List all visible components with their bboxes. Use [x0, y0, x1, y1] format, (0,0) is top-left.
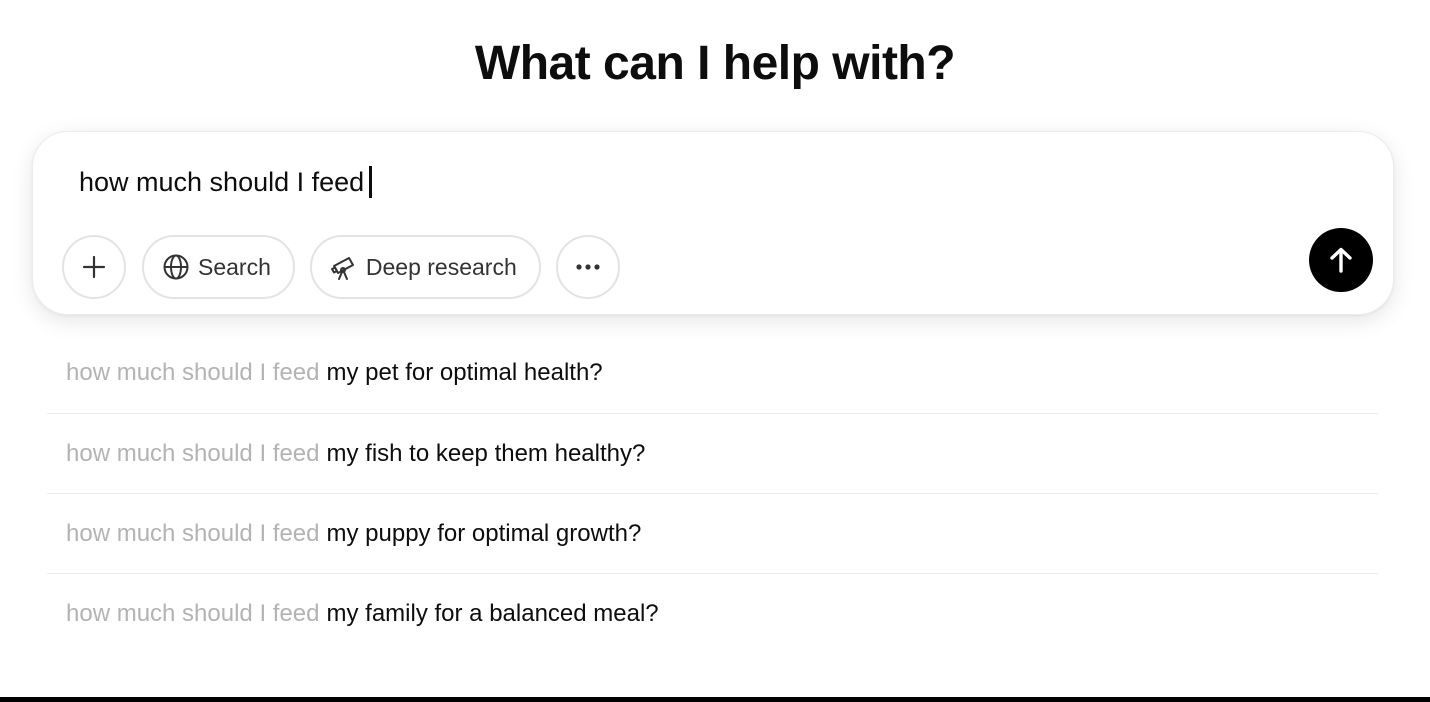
suggestion-prefix: how much should I feed — [66, 519, 320, 547]
search-button-label: Search — [198, 253, 271, 280]
suggestion-prefix: how much should I feed — [66, 359, 320, 386]
suggestion-item[interactable]: how much should I feed my pet for optima… — [47, 333, 1378, 413]
plus-icon — [81, 254, 107, 280]
suggestion-prefix: how much should I feed — [66, 439, 320, 467]
suggestion-item[interactable]: how much should I feed my puppy for opti… — [47, 493, 1378, 573]
search-button[interactable]: Search — [142, 235, 295, 299]
chat-home: What can I help with? how much should I … — [0, 0, 1430, 702]
prompt-input-value[interactable]: how much should I feed — [79, 164, 364, 200]
suggestion-item[interactable]: how much should I feed my family for a b… — [47, 573, 1378, 653]
composer-toolbar: Search Deep research — [62, 235, 620, 299]
deep-research-button[interactable]: Deep research — [309, 235, 541, 299]
page-title: What can I help with? — [474, 37, 956, 90]
suggestion-completion: my family for a balanced meal? — [326, 599, 659, 627]
arrow-up-icon — [1326, 245, 1356, 275]
more-dots-icon — [574, 263, 602, 271]
attach-button[interactable] — [62, 235, 126, 299]
bottom-edge-bar — [0, 697, 1430, 702]
suggestion-completion: my fish to keep them healthy? — [326, 439, 646, 467]
globe-icon — [162, 253, 190, 281]
prompt-composer: how much should I feed Search Deep resea… — [32, 131, 1394, 315]
prompt-input[interactable]: how much should I feed — [79, 164, 373, 200]
deep-research-button-label: Deep research — [365, 253, 517, 280]
telescope-icon — [330, 253, 358, 281]
autocomplete-suggestions: how much should I feed my pet for optima… — [47, 333, 1378, 653]
send-button[interactable] — [1309, 228, 1373, 292]
suggestion-prefix: how much should I feed — [66, 599, 320, 627]
suggestion-completion: my pet for optimal health? — [326, 359, 603, 386]
text-caret — [369, 166, 373, 198]
suggestion-item[interactable]: how much should I feed my fish to keep t… — [47, 413, 1378, 493]
suggestion-completion: my puppy for optimal growth? — [326, 519, 642, 547]
more-options-button[interactable] — [555, 235, 620, 299]
